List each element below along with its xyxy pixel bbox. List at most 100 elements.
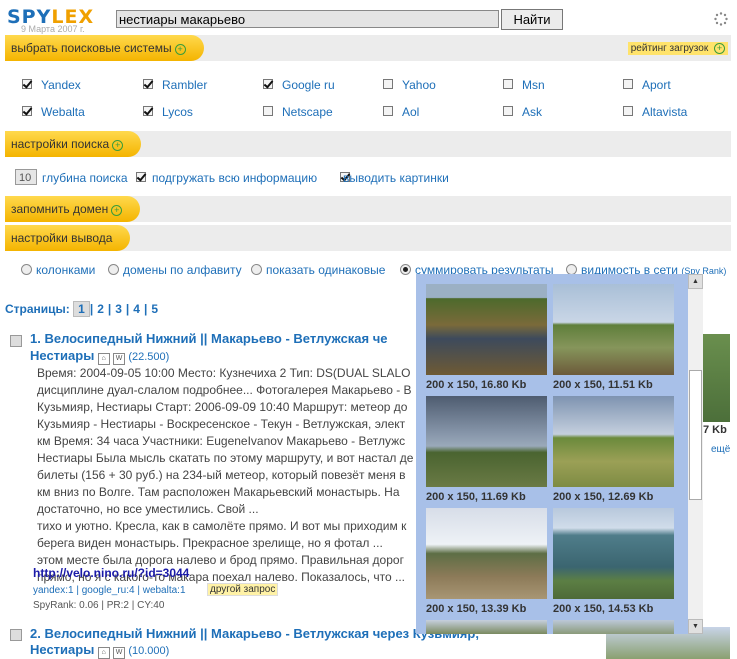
- engine-label: Aol: [402, 105, 420, 119]
- result-title[interactable]: 2. Велосипедный Нижний || Макарьево - Ве…: [30, 626, 479, 641]
- engine-option[interactable]: Google ru: [263, 78, 335, 92]
- search-settings-toggle[interactable]: настройки поиска +: [5, 131, 142, 157]
- page-link-5[interactable]: 5: [147, 302, 162, 316]
- engine-checkbox[interactable]: [263, 106, 273, 116]
- thumbnail-caption: 200 x 150, 12.69 Kb: [553, 491, 654, 503]
- engine-checkbox[interactable]: [22, 106, 32, 116]
- thumbnail-caption: 200 x 150, 16.80 Kb: [426, 379, 527, 391]
- scroll-thumb[interactable]: [689, 370, 702, 500]
- popup-thumbnail[interactable]: [426, 620, 547, 634]
- result-side-thumbnail[interactable]: [703, 334, 730, 422]
- snippet-line: достаточно, но все уместились. Свой ...: [37, 502, 259, 516]
- popup-thumbnail[interactable]: [426, 396, 547, 487]
- wiki-icon[interactable]: W: [113, 353, 125, 365]
- engine-checkbox[interactable]: [143, 79, 153, 89]
- find-button[interactable]: Найти: [501, 9, 563, 30]
- popup-thumbnail[interactable]: [426, 284, 547, 375]
- engine-checkbox[interactable]: [383, 79, 393, 89]
- engine-checkbox[interactable]: [383, 106, 393, 116]
- page-link-1[interactable]: 1: [73, 301, 90, 317]
- engine-option[interactable]: Yahoo: [383, 78, 436, 92]
- remember-domain-toggle[interactable]: запомнить домен +: [5, 196, 141, 222]
- mode-columns[interactable]: колонками: [21, 263, 95, 277]
- engine-option[interactable]: Lycos: [143, 105, 193, 119]
- page-link-2[interactable]: 2: [93, 302, 108, 316]
- engine-checkbox[interactable]: [503, 79, 513, 89]
- show-images-label: выводить картинки: [343, 171, 449, 185]
- mode-label: домены по алфавиту: [123, 263, 242, 277]
- load-all-checkbox[interactable]: [136, 172, 146, 182]
- engine-checkbox[interactable]: [623, 106, 633, 116]
- result-url[interactable]: http://velo.nino.ru/?id=3044: [33, 566, 189, 580]
- result-rank: (10.000): [128, 645, 170, 657]
- popup-scrollbar[interactable]: ▲ ▼: [688, 274, 703, 634]
- load-all-label: подгружать всю информацию: [152, 171, 318, 185]
- popup-thumbnail[interactable]: [553, 620, 674, 634]
- engine-option[interactable]: Msn: [503, 78, 545, 92]
- wiki-icon[interactable]: W: [113, 647, 125, 659]
- engine-checkbox[interactable]: [263, 79, 273, 89]
- engine-checkbox[interactable]: [503, 106, 513, 116]
- engine-label: Yahoo: [402, 78, 436, 92]
- popup-thumbnail[interactable]: [553, 284, 674, 375]
- engine-option[interactable]: Yandex: [22, 78, 81, 92]
- engine-checkbox[interactable]: [623, 79, 633, 89]
- loading-spinner-icon: [714, 12, 728, 26]
- engines-toggle[interactable]: выбрать поисковые системы +: [5, 35, 204, 61]
- snippet-line: км вниз по Волге. Там расположен Макарье…: [37, 485, 400, 499]
- home-icon[interactable]: ⌂: [97, 353, 110, 365]
- plus-icon: +: [714, 43, 725, 54]
- result-spyrank: SpyRank: 0.06 | PR:2 | CY:40: [33, 600, 165, 611]
- result-snippet: Время: 2004-09-05 10:00 Место: Кузнечиха…: [37, 365, 417, 586]
- radio-columns[interactable]: [21, 264, 32, 275]
- radio-same[interactable]: [251, 264, 262, 275]
- snippet-line: берега виден монастырь. Прекрасное зрели…: [37, 536, 383, 550]
- mode-same[interactable]: показать одинаковые: [251, 263, 385, 277]
- engine-option[interactable]: Ask: [503, 105, 542, 119]
- result-title[interactable]: 1. Велосипедный Нижний || Макарьево - Ве…: [30, 331, 388, 346]
- popup-thumbnail[interactable]: [426, 508, 547, 599]
- snippet-line: билеты (156 + 30 руб.) на 234-ый метеор,…: [37, 468, 406, 482]
- engine-option[interactable]: Aol: [383, 105, 420, 119]
- output-settings-toggle[interactable]: настройки вывода: [5, 225, 131, 251]
- result-title-rest[interactable]: Нестиары: [30, 348, 94, 363]
- page-link-4[interactable]: 4: [129, 302, 144, 316]
- result-meta[interactable]: yandex:1 | google_ru:4 | webalta:1: [33, 585, 186, 596]
- search-input[interactable]: нестиары макарьево: [116, 10, 499, 28]
- engine-option[interactable]: Rambler: [143, 78, 208, 92]
- radio-domains[interactable]: [108, 264, 119, 275]
- engines-bar: выбрать поисковые системы + рейтинг загру…: [5, 35, 731, 61]
- result-checkbox[interactable]: [10, 335, 22, 347]
- scroll-down-icon[interactable]: ▼: [688, 619, 703, 634]
- thumbnail-caption: 200 x 150, 11.51 Kb: [553, 379, 653, 391]
- engine-option[interactable]: Webalta: [22, 105, 85, 119]
- mode-label: колонками: [36, 263, 96, 277]
- engines-toggle-label: выбрать поисковые системы: [11, 41, 172, 55]
- rating-link[interactable]: рейтинг загрузок +: [627, 42, 728, 55]
- engine-option[interactable]: Aport: [623, 78, 671, 92]
- home-icon[interactable]: ⌂: [97, 647, 110, 659]
- thumbnail-caption: 200 x 150, 13.39 Kb: [426, 603, 527, 615]
- page-link-3[interactable]: 3: [111, 302, 126, 316]
- snippet-line: Время: 2004-09-05 10:00 Место: Кузнечиха…: [37, 366, 411, 380]
- depth-input[interactable]: 10: [15, 169, 37, 185]
- result-checkbox[interactable]: [10, 629, 22, 641]
- radio-sum[interactable]: [400, 264, 411, 275]
- image-popup: 200 x 150, 16.80 Kb 200 x 150, 11.51 Kb 20…: [416, 274, 703, 634]
- engine-checkbox[interactable]: [143, 106, 153, 116]
- result-title-line2: Нестиары ⌂ W (10.000): [30, 642, 169, 659]
- result-side-more[interactable]: ещё: [711, 444, 730, 455]
- output-settings-label: настройки вывода: [11, 231, 113, 245]
- engine-option[interactable]: Altavista: [623, 105, 687, 119]
- mode-domains[interactable]: домены по алфавиту: [108, 263, 242, 277]
- pagination: Страницы: 1 | 2 | 3 | 4 | 5: [5, 301, 162, 317]
- engine-label: Rambler: [162, 78, 208, 92]
- result-title-rest[interactable]: Нестиары: [30, 642, 94, 657]
- other-query-button[interactable]: другой запрос: [207, 583, 279, 596]
- engine-checkbox[interactable]: [22, 79, 32, 89]
- popup-thumbnail[interactable]: [553, 508, 674, 599]
- scroll-up-icon[interactable]: ▲: [688, 274, 703, 289]
- plus-icon: +: [112, 140, 124, 151]
- engine-option[interactable]: Netscape: [263, 105, 333, 119]
- popup-thumbnail[interactable]: [553, 396, 674, 487]
